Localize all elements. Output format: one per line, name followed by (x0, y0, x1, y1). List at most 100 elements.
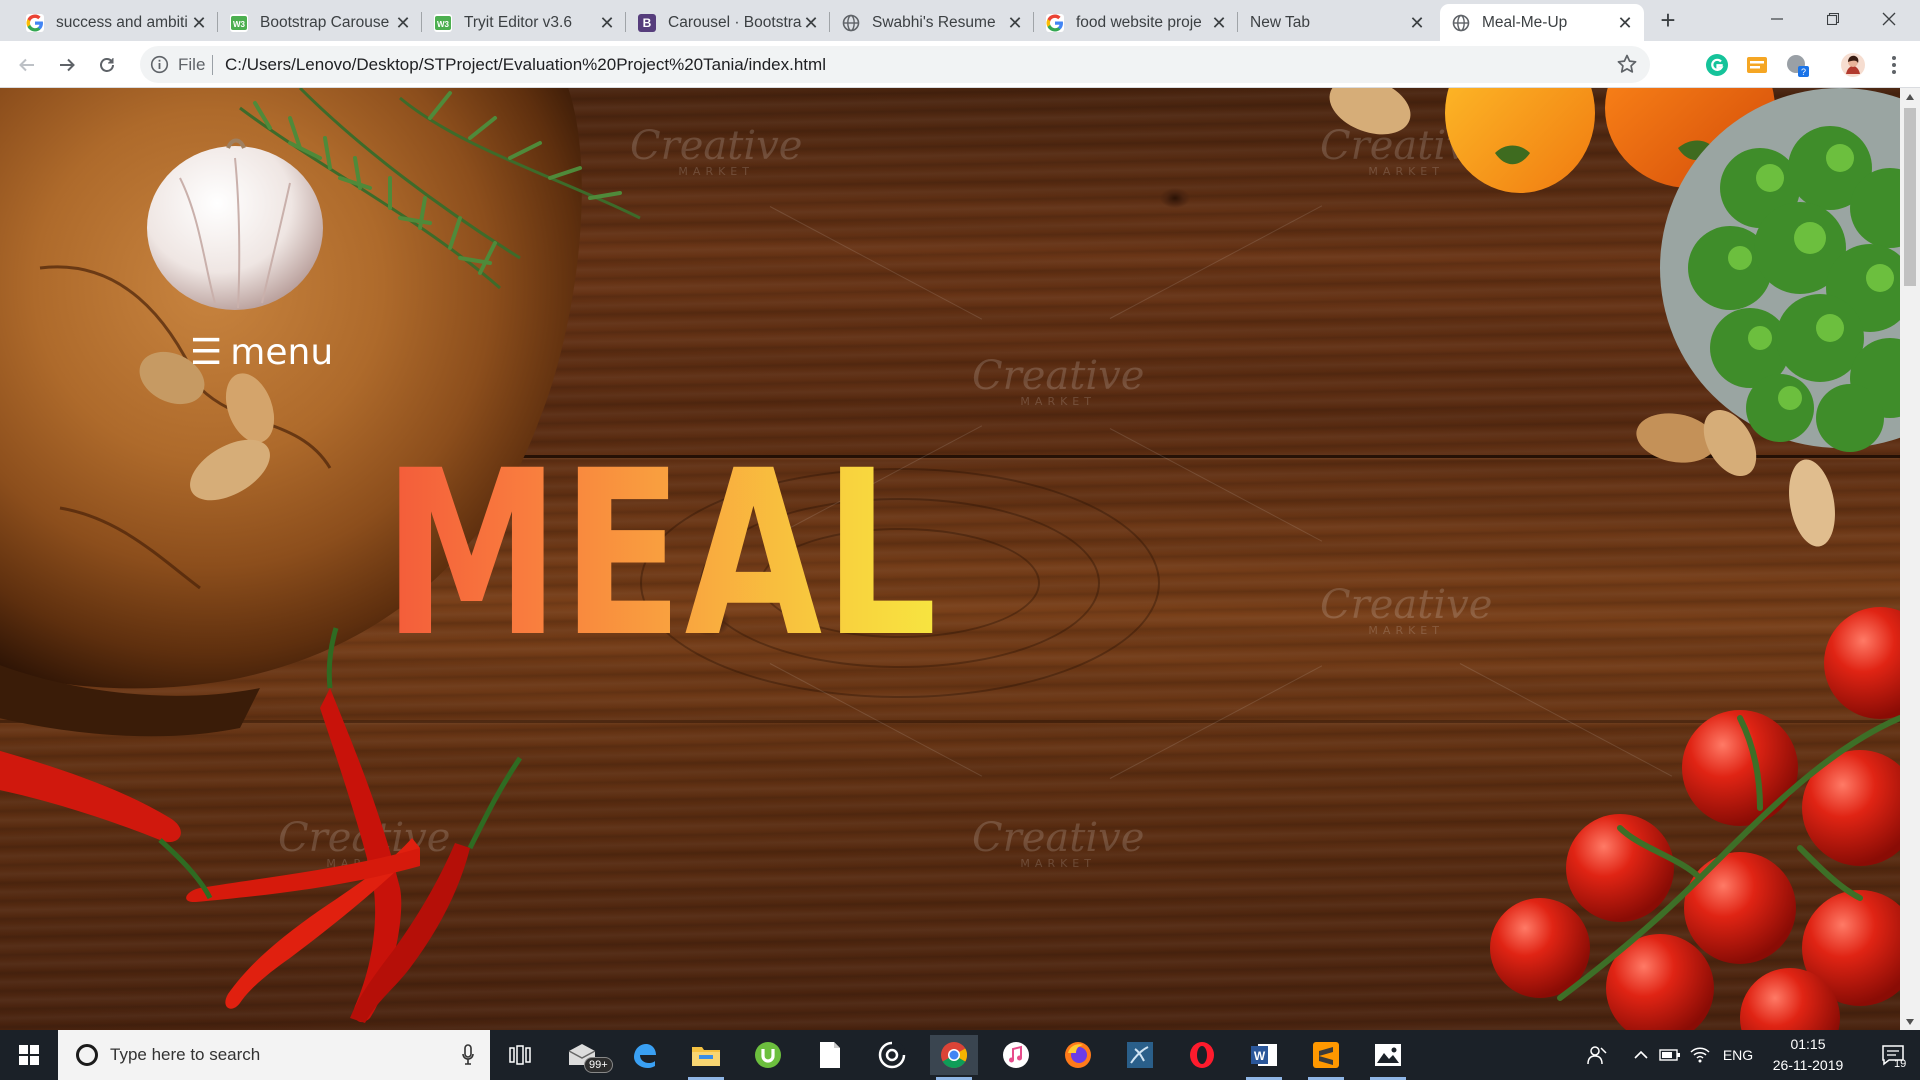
address-url[interactable]: C:/Users/Lenovo/Desktop/STProject/Evalua… (225, 55, 826, 75)
utorrent-icon[interactable] (744, 1035, 792, 1075)
tab-carousel-bootstrap[interactable]: B Carousel · Bootstra ✕ (626, 4, 830, 41)
sublime-text-icon[interactable] (1302, 1035, 1350, 1080)
restore-button[interactable] (1810, 0, 1856, 38)
tab-close-icon[interactable]: ✕ (394, 14, 412, 32)
triangle-up-icon (1906, 93, 1914, 100)
tab-close-icon[interactable]: ✕ (1616, 14, 1634, 32)
mail-badge: 99+ (584, 1057, 613, 1073)
new-tab-button[interactable]: + (1654, 6, 1682, 34)
svg-text:W3: W3 (437, 20, 450, 29)
file-explorer-icon[interactable] (682, 1035, 730, 1080)
language-indicator[interactable]: ENG (1716, 1030, 1760, 1080)
address-bar[interactable]: File C:/Users/Lenovo/Desktop/STProject/E… (140, 46, 1650, 83)
wifi-icon[interactable] (1686, 1030, 1714, 1080)
globe-icon (842, 14, 860, 32)
extension-puzzle-icon[interactable]: ? (1784, 52, 1810, 78)
start-button[interactable] (0, 1030, 58, 1080)
tab-title: Swabhi's Resume (872, 13, 996, 31)
firefox-icon[interactable] (1054, 1035, 1102, 1075)
tab-new-tab[interactable]: New Tab ✕ (1238, 4, 1436, 41)
google-icon (1046, 13, 1064, 32)
word-icon[interactable]: W (1240, 1035, 1288, 1080)
action-center-button[interactable]: 19 (1866, 1030, 1920, 1080)
media-icon[interactable] (868, 1035, 916, 1075)
mysql-workbench-icon[interactable] (1116, 1035, 1164, 1075)
tab-close-icon[interactable]: ✕ (598, 14, 616, 32)
search-placeholder: Type here to search (110, 1045, 261, 1064)
minimize-icon (1771, 18, 1783, 20)
browser-toolbar: File C:/Users/Lenovo/Desktop/STProject/E… (0, 41, 1920, 88)
more-vertical-icon (1892, 56, 1896, 74)
yellow-pepper (1445, 88, 1595, 193)
almond (1789, 459, 1835, 547)
tab-title: Tryit Editor v3.6 (464, 13, 572, 31)
chrome-icon[interactable] (930, 1035, 978, 1080)
taskbar-search-box[interactable]: Type here to search (58, 1030, 490, 1080)
tab-title: Carousel · Bootstra (668, 13, 802, 31)
triangle-down-icon (1906, 1018, 1914, 1025)
tab-bootstrap-carousel[interactable]: W3 Bootstrap Carouse ✕ (218, 4, 422, 41)
w3-editor-icon: W3 (230, 13, 248, 32)
bootstrap-icon: B (638, 13, 656, 32)
tab-title: New Tab (1250, 13, 1311, 31)
tab-title: food website proje (1076, 13, 1202, 31)
system-clock[interactable]: 01:15 26-11-2019 (1766, 1034, 1850, 1076)
scroll-down-button[interactable] (1900, 1013, 1920, 1030)
clock-date: 26-11-2019 (1772, 1057, 1844, 1073)
tab-title: Bootstrap Carouse (260, 13, 390, 31)
close-window-button[interactable] (1866, 0, 1912, 38)
tab-close-icon[interactable]: ✕ (1006, 14, 1024, 32)
back-button[interactable] (13, 51, 41, 79)
chevron-up-icon[interactable] (1628, 1030, 1654, 1080)
opera-icon[interactable] (1178, 1035, 1226, 1075)
tab-tryit-editor[interactable]: W3 Tryit Editor v3.6 ✕ (422, 4, 626, 41)
food-background-illustration (0, 88, 1900, 1030)
tab-close-icon[interactable]: ✕ (1408, 14, 1426, 32)
info-icon[interactable] (150, 55, 169, 74)
tab-meal-me-up[interactable]: Meal-Me-Up ✕ (1440, 4, 1644, 41)
tab-swabhi-resume[interactable]: Swabhi's Resume ✕ (830, 4, 1034, 41)
garlic-bulb (147, 146, 323, 310)
edge-icon[interactable] (620, 1035, 668, 1075)
menu-label: menu (230, 332, 334, 373)
extension-icon[interactable] (1744, 52, 1770, 78)
cherry-tomatoes (1490, 607, 1900, 1030)
menu-button[interactable]: ☰ menu (190, 332, 333, 373)
people-icon[interactable] (1580, 1030, 1614, 1080)
minimize-button[interactable] (1754, 0, 1800, 38)
cortana-icon (76, 1044, 98, 1066)
scrollbar-thumb[interactable] (1904, 108, 1916, 286)
svg-text:?: ? (1801, 67, 1806, 77)
tab-close-icon[interactable]: ✕ (802, 14, 820, 32)
tab-close-icon[interactable]: ✕ (1210, 14, 1228, 32)
file-icon[interactable] (806, 1035, 854, 1075)
grammarly-icon[interactable] (1704, 52, 1730, 78)
profile-avatar[interactable] (1840, 52, 1866, 78)
tab-food-website-project[interactable]: food website proje ✕ (1034, 4, 1238, 41)
forward-button[interactable] (53, 51, 81, 79)
globe-icon (1452, 14, 1470, 32)
battery-icon[interactable] (1656, 1030, 1684, 1080)
svg-text:W3: W3 (233, 20, 246, 29)
restore-icon (1827, 13, 1839, 25)
microphone-icon[interactable] (462, 1044, 474, 1066)
svg-text:W: W (1254, 1049, 1266, 1063)
bookmark-star-icon[interactable] (1616, 53, 1638, 75)
address-divider (212, 55, 213, 75)
scroll-up-button[interactable] (1900, 88, 1920, 105)
w3-editor-icon: W3 (434, 13, 452, 32)
tab-close-icon[interactable]: ✕ (190, 14, 208, 32)
mail-icon[interactable]: 99+ (558, 1035, 613, 1075)
task-view-icon[interactable] (496, 1035, 544, 1075)
tab-success-and-ambition[interactable]: success and ambiti ✕ (14, 4, 218, 41)
reload-button[interactable] (93, 51, 121, 79)
chrome-menu-button[interactable] (1880, 51, 1908, 79)
photos-icon[interactable] (1364, 1035, 1412, 1080)
page-scrollbar[interactable] (1900, 88, 1920, 1030)
hamburger-icon: ☰ (190, 331, 223, 373)
windows-taskbar: Type here to search 99+ W ENG 01:15 26-1… (0, 1030, 1920, 1080)
reload-icon (100, 58, 114, 72)
close-icon (1882, 12, 1896, 26)
itunes-icon[interactable] (992, 1035, 1040, 1075)
windows-logo-icon (19, 1045, 39, 1065)
